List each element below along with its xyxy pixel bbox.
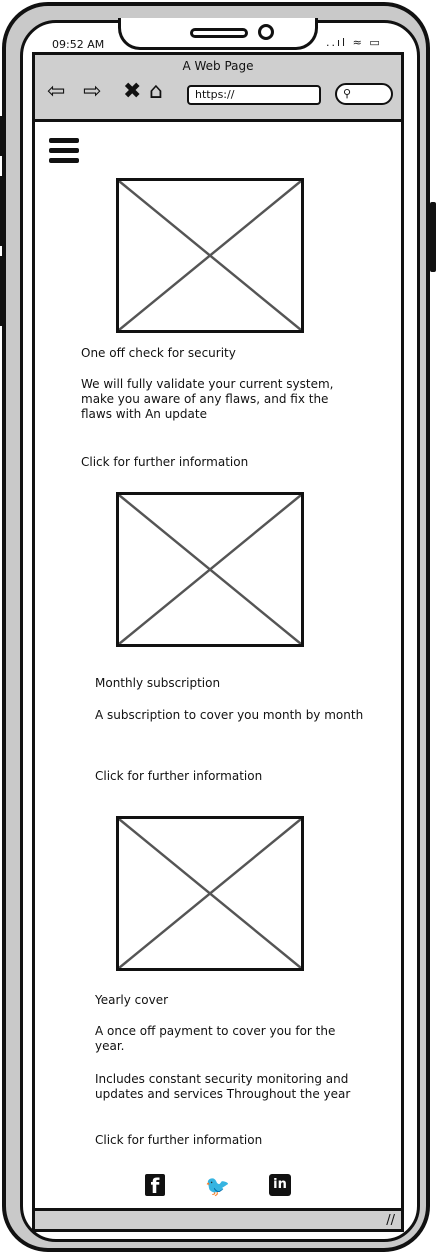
home-icon[interactable]: ⌂	[149, 79, 163, 105]
more-info-link[interactable]: Click for further information	[81, 455, 361, 470]
search-icon: ⚲	[343, 87, 352, 100]
page-content: One off check for security We will fully…	[32, 122, 404, 1208]
linkedin-icon[interactable]: in	[269, 1174, 291, 1196]
card-title: Yearly cover	[95, 993, 169, 1007]
side-button	[0, 256, 4, 326]
forward-icon[interactable]: ⇨	[83, 79, 101, 105]
back-icon[interactable]: ⇦	[47, 79, 65, 105]
resize-handle-icon[interactable]: //	[386, 1213, 395, 1228]
card-description: A subscription to cover you month by mon…	[95, 708, 364, 722]
image-placeholder	[116, 492, 304, 647]
speaker	[190, 28, 248, 38]
url-field[interactable]: https://	[187, 85, 321, 105]
status-time: 09:52 AM	[52, 38, 105, 51]
card-title: One off check for security	[81, 346, 236, 360]
more-info-link[interactable]: Click for further information	[95, 1133, 375, 1148]
status-icons: ..ıl ≈ ▭	[326, 36, 382, 49]
search-button[interactable]: ⚲	[335, 83, 393, 105]
card-description: A once off payment to cover you for the …	[95, 1024, 336, 1053]
twitter-icon[interactable]: 🐦	[205, 1174, 230, 1198]
camera	[258, 24, 274, 40]
card-description: We will fully validate your current syst…	[81, 377, 334, 421]
side-button	[0, 176, 4, 246]
hamburger-menu-icon[interactable]	[49, 138, 79, 164]
side-button	[430, 202, 436, 272]
browser-toolbar: A Web Page ⇦ ⇨ ✖ ⌂ https:// ⚲	[32, 52, 404, 122]
browser-bottom-bar: //	[32, 1208, 404, 1232]
more-info-link[interactable]: Click for further information	[95, 769, 375, 784]
card-title: Monthly subscription	[95, 676, 221, 690]
close-icon[interactable]: ✖	[123, 79, 141, 105]
image-placeholder	[116, 816, 304, 971]
image-placeholder	[116, 178, 304, 333]
browser-title: A Web Page	[182, 59, 254, 73]
card-extra: Includes constant security monitoring an…	[95, 1072, 351, 1101]
facebook-icon[interactable]: f	[145, 1174, 165, 1198]
side-button	[0, 116, 4, 156]
